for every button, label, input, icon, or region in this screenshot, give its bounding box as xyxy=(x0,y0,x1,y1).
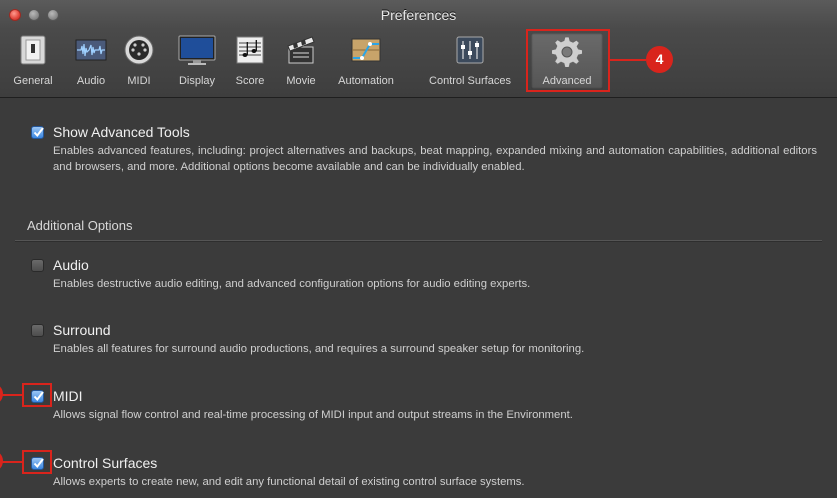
midi-title: MIDI xyxy=(53,388,83,404)
callout-connector-line xyxy=(610,59,646,61)
window-title: Preferences xyxy=(380,7,457,23)
audio-description: Enables destructive audio editing, and a… xyxy=(53,278,531,290)
advanced-pane: Show Advanced Tools Enables advanced fea… xyxy=(0,98,837,498)
automation-curve-icon xyxy=(351,38,381,62)
audio-waveform-icon xyxy=(75,39,107,61)
toolbar-label-display: Display xyxy=(178,75,216,87)
section-divider xyxy=(15,240,822,242)
midi-connector-icon xyxy=(124,35,154,65)
control-surfaces-callout-line xyxy=(0,461,22,463)
audio-checkbox[interactable] xyxy=(31,259,44,272)
toolbar-label-general: General xyxy=(13,75,53,87)
general-switch-icon xyxy=(20,35,46,65)
toolbar-tab-control-surfaces[interactable]: Control Surfaces xyxy=(416,34,524,90)
option-show-advanced-tools: Show Advanced Tools Enables advanced fea… xyxy=(31,124,817,194)
audio-title: Audio xyxy=(53,257,89,273)
toolbar-label-midi: MIDI xyxy=(127,75,151,87)
score-notation-icon xyxy=(236,36,264,64)
show-advanced-tools-title: Show Advanced Tools xyxy=(53,124,190,140)
option-audio: Audio Enables destructive audio editing,… xyxy=(31,257,817,297)
callout-badge-4: 4 xyxy=(646,46,673,73)
toolbar-tab-general[interactable]: General xyxy=(4,34,62,90)
toolbar-label-score: Score xyxy=(235,75,265,87)
midi-checkbox-highlight xyxy=(22,383,52,407)
control-surfaces-checkbox-highlight xyxy=(22,450,52,474)
toolbar-tab-movie[interactable]: Movie xyxy=(276,34,326,90)
option-surround: Surround Enables all features for surrou… xyxy=(31,322,817,362)
control-surfaces-description: Allows experts to create new, and edit a… xyxy=(53,476,525,488)
toolbar-label-audio: Audio xyxy=(76,75,106,87)
control-surfaces-title: Control Surfaces xyxy=(53,455,158,471)
toolbar: Preferences General Audio MIDI Display S… xyxy=(0,0,837,98)
toolbar-label-movie: Movie xyxy=(286,75,316,87)
surround-title: Surround xyxy=(53,322,111,338)
option-midi: MIDI Allows signal flow control and real… xyxy=(31,388,817,428)
midi-description: Allows signal flow control and real-time… xyxy=(53,409,573,421)
toolbar-tab-score[interactable]: Score xyxy=(229,34,271,90)
toolbar-tab-audio[interactable]: Audio xyxy=(68,34,114,90)
display-monitor-icon xyxy=(178,35,216,65)
toolbar-tab-automation[interactable]: Automation xyxy=(330,34,402,90)
surround-checkbox[interactable] xyxy=(31,324,44,337)
control-surfaces-faders-icon xyxy=(456,36,484,64)
midi-callout-line xyxy=(0,394,22,396)
preferences-window: Preferences General Audio MIDI Display S… xyxy=(0,0,837,498)
surround-description: Enables all features for surround audio … xyxy=(53,343,585,355)
movie-clapper-icon xyxy=(287,36,315,64)
option-control-surfaces: Control Surfaces Allows experts to creat… xyxy=(31,455,817,495)
advanced-highlight-box xyxy=(526,29,610,92)
toolbar-label-control-surfaces: Control Surfaces xyxy=(429,75,511,87)
additional-options-heading: Additional Options xyxy=(27,218,133,233)
checkmark-icon xyxy=(33,127,44,138)
show-advanced-tools-checkbox[interactable] xyxy=(31,126,44,139)
show-advanced-tools-description: Enables advanced features, including: pr… xyxy=(53,145,817,173)
toolbar-tab-midi[interactable]: MIDI xyxy=(120,34,158,90)
toolbar-tab-display[interactable]: Display xyxy=(170,34,224,90)
toolbar-label-automation: Automation xyxy=(338,75,394,87)
